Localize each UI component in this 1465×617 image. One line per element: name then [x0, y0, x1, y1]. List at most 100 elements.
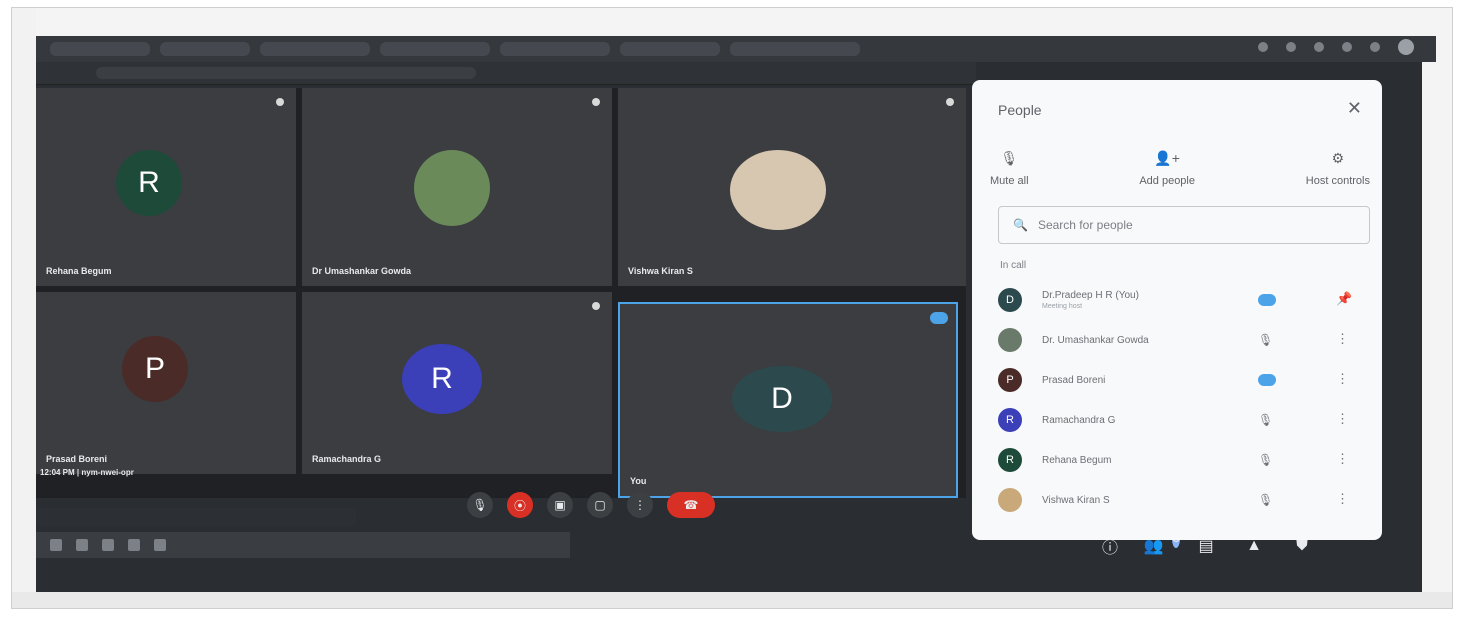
extension-icon[interactable]: [1342, 42, 1352, 52]
host-controls-button[interactable]: ⚙ Host controls: [1306, 150, 1370, 187]
browser-tab[interactable]: [260, 42, 370, 56]
address-bar[interactable]: [36, 62, 976, 85]
participant-row[interactable]: P Prasad Boreni ⋮: [998, 360, 1370, 400]
participant-name-wrap: Ramachandra G: [1042, 415, 1115, 426]
participant-avatar: P: [998, 368, 1022, 392]
hang-up-icon: ☎: [683, 498, 699, 512]
participant-tile[interactable]: R Ramachandra G: [302, 292, 612, 474]
os-taskbar: [36, 532, 570, 558]
participant-avatar: R: [998, 448, 1022, 472]
captions-button[interactable]: ▣: [547, 492, 573, 518]
download-bar: [36, 508, 356, 526]
participant-avatar: [998, 328, 1022, 352]
more-vertical-icon[interactable]: ⋮: [1336, 451, 1349, 467]
camera-button[interactable]: ⦿: [507, 492, 533, 518]
add-people-button[interactable]: 👤+ Add people: [1139, 150, 1195, 187]
more-vertical-icon[interactable]: ⋮: [1336, 331, 1349, 347]
more-vertical-icon[interactable]: ⋮: [1336, 371, 1349, 387]
participant-tile[interactable]: Vishwa Kiran S: [618, 88, 966, 286]
participant-tile[interactable]: P Prasad Boreni: [36, 292, 296, 474]
search-input[interactable]: 🔍 Search for people: [998, 206, 1370, 244]
participant-name: Prasad Boreni: [1042, 374, 1106, 386]
participant-name: Dr.Pradeep H R (You): [1042, 290, 1139, 301]
participant-name-wrap: Prasad Boreni: [1042, 375, 1105, 386]
people-panel: People ✕ 🎙 Mute all 👤+ Add people ⚙ Host…: [972, 80, 1382, 540]
browser-tab[interactable]: [620, 42, 720, 56]
participant-row[interactable]: D Dr.Pradeep H R (You) Meeting host 📌: [998, 280, 1370, 320]
mic-off-icon: 🎙: [1000, 150, 1019, 166]
extension-icon[interactable]: [1286, 42, 1296, 52]
participant-name: Vishwa Kiran S: [1042, 494, 1110, 506]
mic-off-icon[interactable]: 🎙: [1258, 453, 1273, 467]
extension-icon[interactable]: [1370, 42, 1380, 52]
participant-name: You: [630, 476, 647, 486]
participant-tile[interactable]: R Rehana Begum: [36, 88, 296, 286]
self-tile[interactable]: D You: [618, 302, 958, 498]
more-vertical-icon[interactable]: ⋮: [1336, 411, 1349, 427]
avatar: R: [402, 344, 482, 414]
participant-name: Vishwa Kiran S: [628, 266, 693, 276]
more-options-button[interactable]: ⋮: [627, 492, 653, 518]
avatar: D: [732, 366, 832, 432]
avatar: [730, 150, 826, 230]
participant-row[interactable]: Dr. Umashankar Gowda 🎙 ⋮: [998, 320, 1370, 360]
monitor-bezel-left: [12, 8, 36, 608]
browser-tab[interactable]: [730, 42, 860, 56]
more-vertical-icon[interactable]: ⋮: [1336, 491, 1349, 507]
participant-list: D Dr.Pradeep H R (You) Meeting host 📌 Dr. Um…: [998, 280, 1370, 520]
participant-avatar: D: [998, 288, 1022, 312]
participant-avatar: R: [998, 408, 1022, 432]
action-label: Host controls: [1305, 175, 1370, 187]
mute-all-button[interactable]: 🎙 Mute all: [990, 150, 1029, 187]
browser-tab[interactable]: [160, 42, 250, 56]
leave-call-button[interactable]: ☎: [667, 492, 715, 518]
participant-tile[interactable]: Dr Umashankar Gowda: [302, 88, 612, 286]
browser-tab[interactable]: [380, 42, 490, 56]
url-field[interactable]: [96, 67, 476, 79]
start-icon[interactable]: [50, 539, 62, 551]
taskbar-app-icon[interactable]: [154, 539, 166, 551]
extension-icon[interactable]: [1258, 42, 1268, 52]
monitor-bezel-right: [1422, 8, 1452, 608]
participant-name-wrap: Rehana Begum: [1042, 455, 1112, 466]
monitor-bezel-top: [12, 8, 1452, 36]
mic-muted-icon: [276, 98, 284, 106]
taskbar-app-icon[interactable]: [76, 539, 88, 551]
participant-avatar: [998, 488, 1022, 512]
participant-row[interactable]: Vishwa Kiran S 🎙 ⋮: [998, 480, 1370, 520]
participant-role: Meeting host: [1042, 303, 1083, 310]
pin-icon[interactable]: 📌: [1336, 291, 1352, 307]
participant-name: Dr. Umashankar Gowda: [1042, 334, 1149, 346]
avatar-initial: D: [771, 382, 793, 415]
participant-name: Dr Umashankar Gowda: [312, 266, 412, 276]
in-call-section-label: In call: [1000, 260, 1027, 271]
browser-toolbar-icons: [1258, 39, 1414, 55]
call-controls: 🎙 ⦿ ▣ ▢ ⋮ ☎: [467, 492, 715, 518]
present-button[interactable]: ▢: [587, 492, 613, 518]
browser-tab[interactable]: [500, 42, 610, 56]
avatar-initial: P: [144, 352, 165, 385]
extension-icon[interactable]: [1314, 42, 1324, 52]
mic-off-icon[interactable]: 🎙: [1258, 333, 1273, 347]
meeting-details[interactable]: 12:04 PM | nym-nwei-opr: [40, 468, 134, 477]
participant-name: Rehana Begum: [1042, 454, 1112, 466]
mic-off-icon[interactable]: 🎙: [1258, 413, 1273, 427]
avatar: R: [116, 150, 182, 216]
speaking-indicator-icon[interactable]: [1258, 374, 1276, 386]
taskbar-app-icon[interactable]: [128, 539, 140, 551]
camera-off-icon: ⦿: [513, 498, 526, 513]
close-icon[interactable]: ✕: [1347, 98, 1362, 119]
host-controls-icon: ⚙: [1331, 150, 1345, 166]
mic-button[interactable]: 🎙: [467, 492, 493, 518]
mic-icon: 🎙: [472, 498, 488, 512]
mic-off-icon[interactable]: 🎙: [1258, 493, 1273, 507]
participant-row[interactable]: R Ramachandra G 🎙 ⋮: [998, 400, 1370, 440]
browser-tab[interactable]: [50, 42, 150, 56]
avatar: [414, 150, 490, 226]
taskbar-app-icon[interactable]: [102, 539, 114, 551]
participant-name: Ramachandra G: [312, 454, 382, 464]
speaking-indicator-icon[interactable]: [1258, 294, 1276, 306]
profile-avatar-icon[interactable]: [1398, 39, 1414, 55]
participant-row[interactable]: R Rehana Begum 🎙 ⋮: [998, 440, 1370, 480]
captions-icon: ▣: [554, 498, 566, 512]
